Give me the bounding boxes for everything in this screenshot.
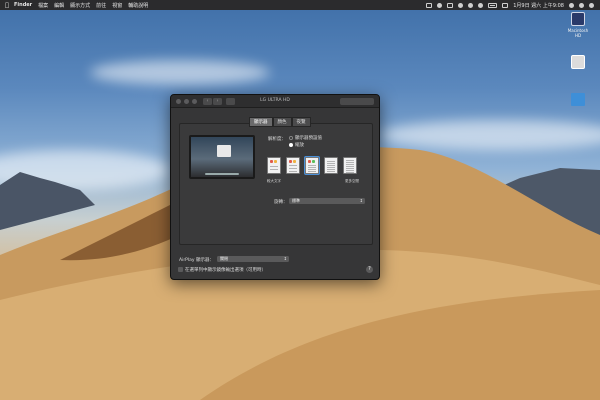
color-swatch bbox=[289, 160, 292, 163]
image-file-icon bbox=[571, 55, 585, 69]
text-line bbox=[346, 166, 354, 167]
desktop-icon-drive[interactable]: Macintosh HD bbox=[565, 12, 591, 38]
forward-button[interactable]: › bbox=[213, 97, 222, 105]
menu-clock[interactable]: 1月9日 週六 上午9:08 bbox=[513, 2, 564, 9]
text-line bbox=[289, 168, 297, 169]
tab-bar: 顯示器 顏色 夜覽 bbox=[249, 117, 311, 127]
help-button[interactable]: ? bbox=[366, 266, 373, 273]
preview-window bbox=[217, 145, 231, 157]
color-swatch bbox=[308, 160, 311, 163]
text-line bbox=[289, 165, 297, 166]
wifi-icon[interactable] bbox=[468, 2, 474, 8]
menu-item-view[interactable]: 顯示方式 bbox=[70, 2, 90, 9]
resolution-scaled-label: 縮放 bbox=[295, 143, 304, 148]
tab-display[interactable]: 顯示器 bbox=[249, 117, 273, 127]
time-machine-icon[interactable] bbox=[437, 2, 443, 8]
menu-bar:  Finder 檔案 編輯 顯示方式 前往 視窗 輔助說明 1月9日 週六 上… bbox=[0, 0, 600, 10]
rotation-label: 旋轉： bbox=[274, 200, 288, 205]
scale-option-4[interactable] bbox=[324, 157, 338, 174]
desktop-icon-label: Macintosh HD bbox=[567, 28, 589, 38]
folder-icon bbox=[571, 93, 585, 106]
airplay-icon[interactable] bbox=[426, 2, 433, 8]
text-line bbox=[308, 169, 316, 170]
tab-color[interactable]: 顏色 bbox=[272, 117, 292, 127]
search-input[interactable] bbox=[340, 98, 374, 105]
text-line bbox=[327, 171, 335, 172]
resolution-default-radio[interactable] bbox=[289, 136, 293, 140]
volume-icon[interactable] bbox=[478, 2, 484, 8]
rotation-select-value: 標準 bbox=[292, 198, 300, 203]
scale-option-3[interactable] bbox=[304, 156, 320, 175]
text-line bbox=[327, 165, 335, 166]
text-line bbox=[327, 167, 335, 168]
text-line bbox=[346, 170, 354, 171]
tab-night-shift[interactable]: 夜覽 bbox=[291, 117, 311, 127]
scale-option-5[interactable] bbox=[343, 157, 357, 174]
show-all-grid-icon[interactable] bbox=[226, 97, 235, 105]
back-button[interactable]: ‹ bbox=[203, 97, 212, 105]
menu-item-file[interactable]: 檔案 bbox=[38, 2, 48, 9]
chevron-updown-icon: ↕ bbox=[283, 256, 287, 261]
menu-item-window[interactable]: 視窗 bbox=[112, 2, 122, 9]
display-preferences-window: ‹ › LG ULTRA HD 顯示器 顏色 夜覽 解析度： 顯示器預設值 縮放 bbox=[170, 94, 380, 280]
minimize-button[interactable] bbox=[184, 98, 189, 104]
scale-caption-more-space: 更多空間 bbox=[345, 179, 359, 183]
text-line bbox=[308, 165, 316, 166]
color-swatch bbox=[293, 160, 296, 163]
text-line bbox=[327, 161, 335, 162]
airplay-label: AirPlay 顯示器： bbox=[179, 258, 214, 263]
text-line bbox=[346, 168, 354, 169]
desktop-icon-image[interactable] bbox=[565, 55, 591, 71]
battery-icon[interactable] bbox=[488, 2, 498, 8]
resolution-label: 解析度： bbox=[268, 137, 286, 142]
window-titlebar[interactable]: ‹ › LG ULTRA HD bbox=[171, 95, 379, 108]
menu-item-help[interactable]: 輔助說明 bbox=[128, 2, 148, 9]
color-swatch bbox=[270, 160, 273, 163]
resolution-scaled-radio[interactable] bbox=[289, 143, 293, 147]
input-source-icon[interactable] bbox=[502, 2, 509, 8]
zoom-button[interactable] bbox=[192, 98, 197, 104]
menu-item-edit[interactable]: 編輯 bbox=[54, 2, 64, 9]
display-preview bbox=[189, 135, 255, 179]
scale-options bbox=[267, 156, 357, 175]
drive-icon bbox=[571, 12, 585, 26]
text-line bbox=[308, 171, 316, 172]
color-swatch bbox=[274, 160, 277, 163]
resolution-default-label: 顯示器預設值 bbox=[295, 136, 322, 141]
display-preview-screen bbox=[191, 137, 253, 177]
menu-item-finder[interactable]: Finder bbox=[14, 2, 32, 8]
scale-option-1[interactable] bbox=[267, 157, 281, 174]
close-button[interactable] bbox=[176, 98, 181, 104]
bluetooth-icon[interactable] bbox=[458, 2, 464, 8]
apple-icon[interactable]:  bbox=[0, 2, 14, 9]
search-icon[interactable] bbox=[569, 2, 574, 8]
scale-option-2[interactable] bbox=[286, 157, 300, 174]
control-center-icon[interactable] bbox=[579, 2, 584, 8]
airplay-select[interactable]: 關閉 ↕ bbox=[217, 256, 289, 262]
rotation-select[interactable]: 標準 ↕ bbox=[289, 198, 365, 204]
text-line bbox=[308, 167, 316, 168]
text-line bbox=[327, 163, 335, 164]
chevron-updown-icon: ↕ bbox=[359, 198, 363, 203]
mirroring-options-label: 在選單列中顯示鏡像輸出選項（可用時） bbox=[185, 268, 266, 273]
text-line bbox=[346, 164, 354, 165]
airplay-select-value: 關閉 bbox=[220, 256, 228, 261]
desktop-icon-folder[interactable] bbox=[565, 93, 591, 108]
menu-item-go[interactable]: 前往 bbox=[96, 2, 106, 9]
text-line bbox=[289, 171, 297, 172]
text-line bbox=[346, 172, 354, 173]
display-icon[interactable] bbox=[447, 2, 454, 8]
siri-icon[interactable] bbox=[589, 2, 594, 8]
mirroring-options-checkbox[interactable] bbox=[178, 267, 183, 272]
color-swatch bbox=[312, 160, 315, 163]
text-line bbox=[346, 160, 354, 161]
text-line bbox=[327, 169, 335, 170]
status-area: 1月9日 週六 上午9:08 bbox=[426, 0, 594, 10]
text-line bbox=[270, 166, 278, 167]
preview-dock bbox=[205, 173, 239, 175]
text-line bbox=[270, 169, 278, 170]
text-line bbox=[346, 162, 354, 163]
scale-caption-larger-text: 較大文字 bbox=[267, 179, 281, 183]
